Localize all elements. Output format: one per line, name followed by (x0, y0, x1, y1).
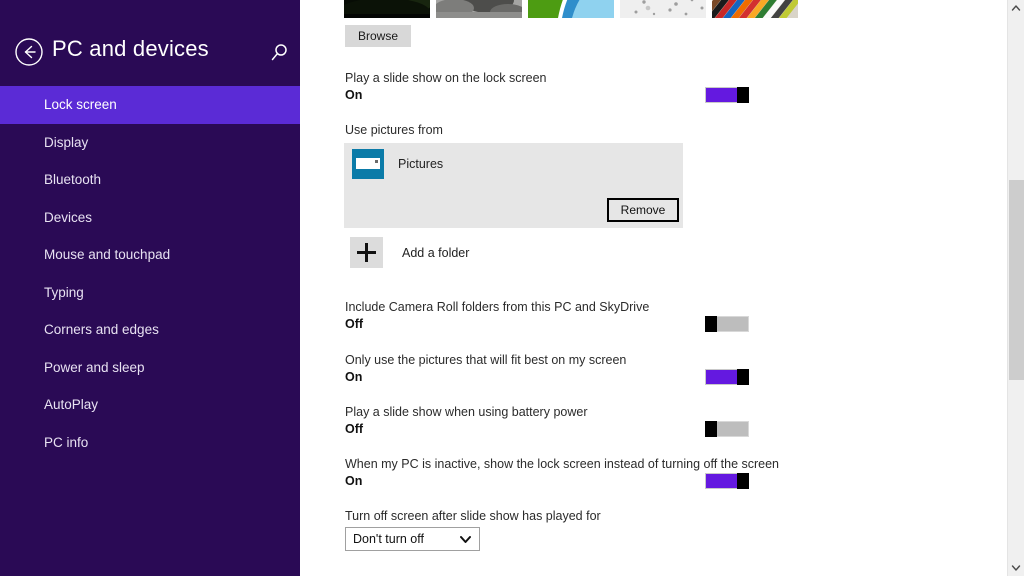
search-button[interactable] (268, 42, 290, 64)
back-button[interactable] (14, 37, 44, 67)
toggle-fit-best[interactable] (705, 369, 749, 385)
content-scroll-area: Browse Play a slide show on the lock scr… (300, 0, 1004, 576)
browse-button[interactable]: Browse (345, 25, 411, 47)
setting-state-camera-roll: Off (345, 317, 364, 331)
add-folder-label: Add a folder (402, 245, 470, 260)
sidebar-item-label: Mouse and touchpad (44, 247, 171, 262)
remove-button[interactable]: Remove (607, 198, 679, 222)
sidebar-item-corners-and-edges[interactable]: Corners and edges (0, 311, 300, 349)
toggle-thumb (737, 473, 749, 489)
turn-off-screen-label: Turn off screen after slide show has pla… (345, 509, 601, 523)
setting-state-battery-power: Off (345, 422, 364, 436)
sidebar-item-label: PC info (44, 434, 89, 450)
turn-off-screen-dropdown-value: Don't turn off (353, 532, 424, 546)
sidebar-item-label: Lock screen (44, 97, 117, 112)
sidebar-item-label: Devices (44, 209, 93, 225)
toggle-thumb (705, 316, 717, 332)
picture-source-name: Pictures (398, 157, 444, 171)
pictures-folder-icon (352, 149, 384, 179)
sidebar: PC and devices Lock screen Display Bluet… (0, 0, 300, 576)
back-arrow-icon (15, 38, 43, 66)
sidebar-item-label: Bluetooth (44, 172, 102, 187)
toggle-thumb (737, 369, 749, 385)
gray-gravel-thumbnail[interactable] (436, 0, 522, 18)
dark-landscape-thumbnail-image (344, 0, 430, 18)
setting-label-camera-roll: Include Camera Roll folders from this PC… (345, 300, 650, 314)
sidebar-item-typing[interactable]: Typing (0, 274, 300, 312)
gray-gravel-thumbnail-image (436, 0, 522, 18)
plus-icon (350, 237, 383, 268)
color-stripes-thumbnail-image (712, 0, 798, 18)
add-folder-button[interactable]: Add a folder (350, 237, 469, 268)
setting-label-battery-power: Play a slide show when using battery pow… (345, 405, 588, 419)
sidebar-item-mouse-and-touchpad[interactable]: Mouse and touchpad (0, 236, 300, 274)
setting-state-pc-inactive: On (345, 474, 363, 488)
setting-state-fit-best: On (345, 370, 363, 384)
vertical-scrollbar[interactable] (1007, 0, 1024, 576)
sidebar-item-bluetooth[interactable]: Bluetooth (0, 161, 300, 199)
chevron-down-icon (460, 536, 471, 543)
lock-screen-image-thumbnails (344, 0, 798, 18)
sidebar-item-display[interactable]: Display (0, 124, 300, 162)
sidebar-nav-list: Lock screen Display Bluetooth Devices Mo… (0, 86, 300, 461)
sidebar-item-label: Typing (44, 284, 84, 300)
sidebar-header: PC and devices (0, 0, 300, 86)
setting-label-pc-inactive: When my PC is inactive, show the lock sc… (345, 457, 780, 471)
toggle-pc-inactive[interactable] (705, 473, 749, 489)
sidebar-item-devices[interactable]: Devices (0, 199, 300, 237)
pc-settings-window: PC and devices Lock screen Display Bluet… (0, 0, 1024, 576)
scroll-down-button[interactable] (1008, 559, 1024, 576)
sidebar-item-label: Power and sleep (44, 359, 145, 375)
sidebar-item-pc-info[interactable]: PC info (0, 424, 300, 462)
dark-landscape-thumbnail[interactable] (344, 0, 430, 18)
green-blue-curve-thumbnail[interactable] (528, 0, 614, 18)
sidebar-item-label: Corners and edges (44, 322, 159, 337)
green-blue-curve-thumbnail-image (528, 0, 614, 18)
chevron-down-icon (1011, 565, 1021, 571)
use-pictures-from-label: Use pictures from (345, 123, 443, 137)
toggle-battery-power[interactable] (705, 421, 749, 437)
setting-state-slideshow-lock-screen: On (345, 88, 363, 102)
pictures-folder-icon-photo (356, 158, 380, 169)
setting-label-slideshow-lock-screen: Play a slide show on the lock screen (345, 71, 547, 85)
white-speckle-thumbnail[interactable] (620, 0, 706, 18)
picture-source-item[interactable]: Pictures (352, 149, 443, 179)
turn-off-screen-dropdown[interactable]: Don't turn off (345, 527, 480, 551)
search-icon (271, 44, 287, 61)
toggle-thumb (737, 87, 749, 103)
toggle-camera-roll[interactable] (705, 316, 749, 332)
plus-icon-vertical (365, 243, 368, 262)
scrollbar-thumb[interactable] (1009, 180, 1024, 380)
sidebar-item-autoplay[interactable]: AutoPlay (0, 386, 300, 424)
page-title: PC and devices (52, 36, 209, 61)
toggle-slideshow-lock-screen[interactable] (705, 87, 749, 103)
sidebar-item-label: AutoPlay (44, 397, 99, 412)
chevron-up-icon (1011, 5, 1021, 11)
sidebar-item-power-and-sleep[interactable]: Power and sleep (0, 349, 300, 387)
toggle-thumb (705, 421, 717, 437)
white-speckle-thumbnail-image (620, 0, 706, 18)
setting-label-fit-best: Only use the pictures that will fit best… (345, 353, 627, 367)
sidebar-item-label: Display (44, 134, 89, 150)
color-stripes-thumbnail[interactable] (712, 0, 798, 18)
main-content: Browse Play a slide show on the lock scr… (300, 0, 1024, 576)
sidebar-item-lock-screen[interactable]: Lock screen (0, 86, 300, 124)
scroll-up-button[interactable] (1008, 0, 1024, 17)
picture-sources-panel: Pictures Remove (344, 143, 683, 228)
